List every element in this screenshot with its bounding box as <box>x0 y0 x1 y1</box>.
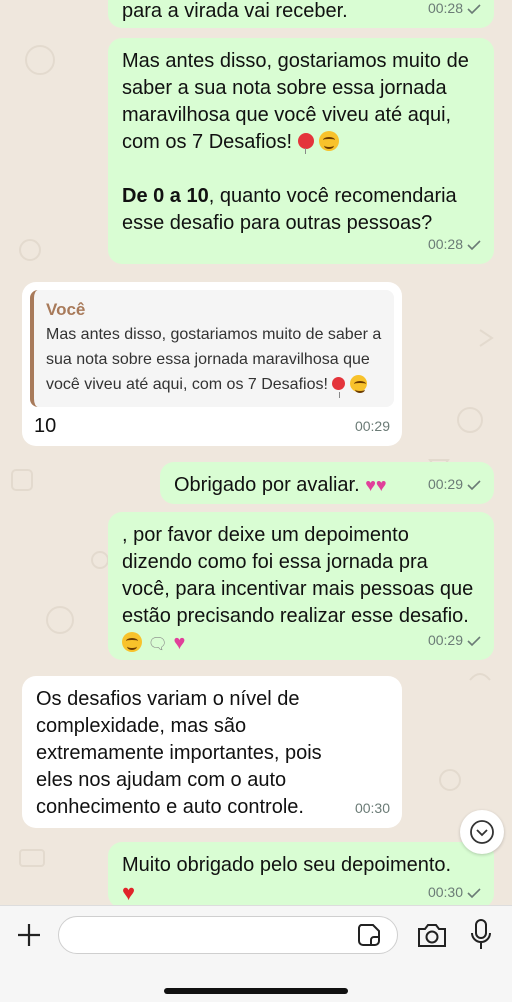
mic-icon[interactable] <box>468 918 494 952</box>
message-meta: 00:30 <box>428 879 482 905</box>
sticker-icon[interactable] <box>356 922 382 948</box>
message-time: 00:30 <box>427 884 463 900</box>
speech-bubble-emoji: 🗨 <box>147 636 168 653</box>
balloon-emoji <box>297 133 314 154</box>
message-text: Mas antes disso, gostariamos muito de sa… <box>122 50 469 154</box>
chat-area[interactable]: para a virada vai receber. 00:28 Mas ant… <box>0 0 512 905</box>
check-icon <box>467 239 481 250</box>
message-meta: 00:29 <box>428 627 482 654</box>
heart-emoji: ♥ <box>122 880 136 905</box>
message-meta: 00:28 <box>428 0 482 22</box>
message-input[interactable] <box>58 916 398 954</box>
message-bubble-outgoing[interactable]: ​, por favor deixe um depoimento dizendo… <box>108 512 494 660</box>
message-time: 00:29 <box>354 418 390 434</box>
message-time: 00:29 <box>427 476 463 492</box>
camera-icon[interactable] <box>416 920 448 950</box>
balloon-emoji <box>332 377 346 398</box>
message-bubble-outgoing[interactable]: Obrigado por avaliar. ♥♥ 00:29 <box>160 462 494 504</box>
message-text: 10 <box>34 415 57 437</box>
quote-text: Mas antes disso, gostariamos muito de sa… <box>46 326 382 398</box>
message-question: De 0 a 10, quanto você recomendaria esse… <box>122 185 457 234</box>
check-icon <box>467 3 481 14</box>
message-text: Os desafios variam o nível de complexida… <box>36 688 322 818</box>
home-indicator <box>164 988 348 994</box>
message-text: Obrigado por avaliar. <box>174 474 360 496</box>
message-meta: 00:28 <box>428 231 482 258</box>
message-bubble-incoming[interactable]: Você Mas antes disso, gostariamos muito … <box>22 282 402 446</box>
plus-icon[interactable] <box>14 920 44 950</box>
message-text: Muito obrigado pelo seu depoimento. <box>122 854 452 876</box>
message-time: 00:28 <box>427 0 463 16</box>
thinking-emoji <box>122 632 142 652</box>
message-meta: 00:30 <box>355 795 390 822</box>
check-icon <box>467 635 481 646</box>
message-time: 00:28 <box>427 236 463 252</box>
check-icon <box>467 479 481 490</box>
smile-emoji <box>319 131 340 151</box>
heart-emoji: ♥ <box>173 632 186 654</box>
message-bubble-outgoing[interactable]: Muito obrigado pelo seu depoimento. ♥ 00… <box>108 842 494 905</box>
message-time: 00:30 <box>354 800 390 816</box>
composer-bar <box>0 905 512 1002</box>
quote-author: Você <box>46 300 86 319</box>
scroll-to-bottom-button[interactable] <box>460 810 504 854</box>
message-time: 00:29 <box>427 632 463 648</box>
hearts-emoji: ♥♥ <box>365 475 387 495</box>
quoted-message[interactable]: Você Mas antes disso, gostariamos muito … <box>30 290 394 407</box>
check-icon <box>467 887 481 898</box>
message-text: para a virada vai receber. <box>122 0 348 22</box>
smile-emoji <box>349 375 367 393</box>
chevron-down-icon <box>470 820 494 844</box>
message-text: ​, por favor deixe um depoimento dizendo… <box>122 524 474 654</box>
message-bubble-outgoing[interactable]: Mas antes disso, gostariamos muito de sa… <box>108 38 494 264</box>
message-meta: 00:29 <box>428 471 482 498</box>
message-meta: 00:29 <box>355 413 390 440</box>
message-bubble-outgoing[interactable]: para a virada vai receber. 00:28 <box>108 0 494 28</box>
message-bubble-incoming[interactable]: Os desafios variam o nível de complexida… <box>22 676 402 828</box>
